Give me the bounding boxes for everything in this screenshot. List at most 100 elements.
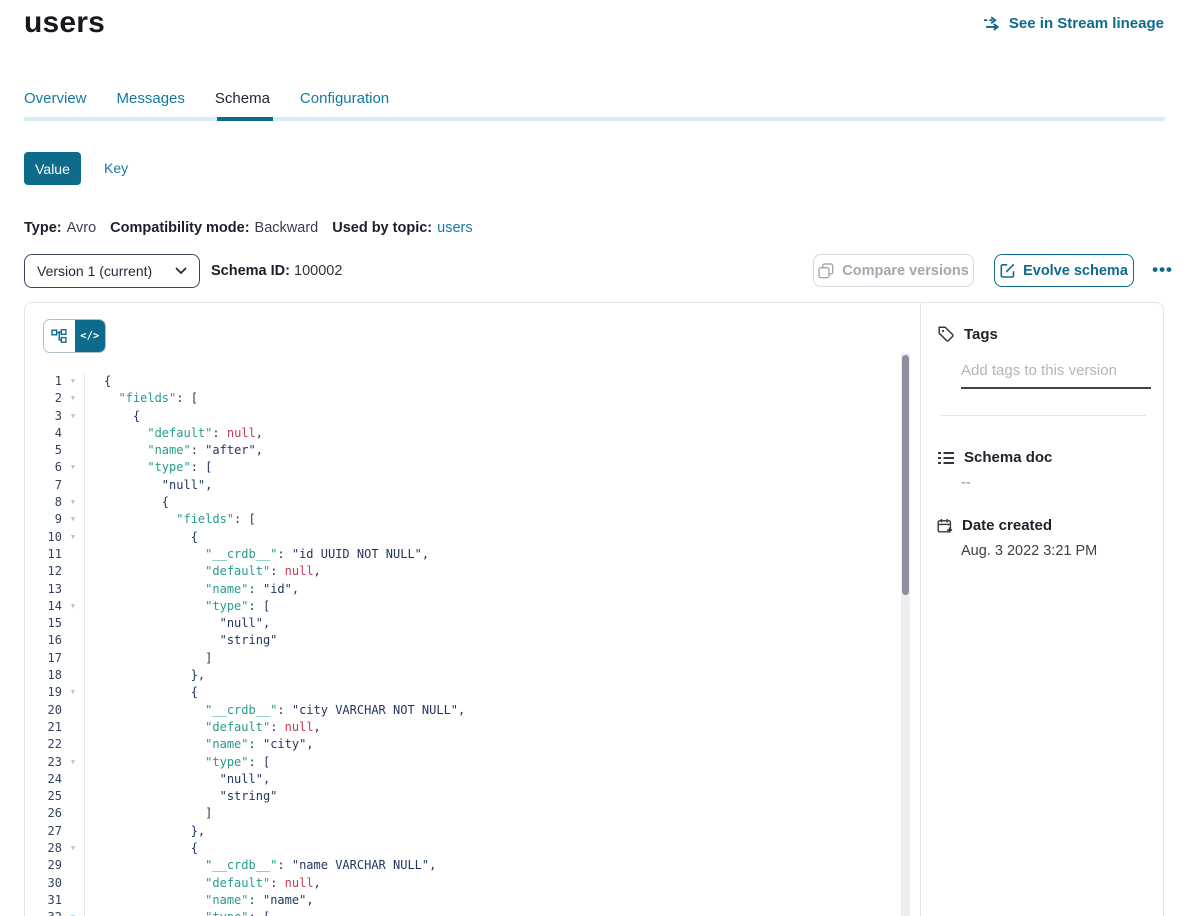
- fold-toggle-icon[interactable]: ▼: [62, 598, 84, 615]
- schema-doc-value: --: [961, 475, 971, 491]
- evolve-schema-button[interactable]: Evolve schema: [994, 254, 1134, 287]
- code-line-25: 25 "string": [25, 788, 918, 805]
- compare-versions-label: Compare versions: [842, 263, 969, 279]
- date-created-value: Aug. 3 2022 3:21 PM: [961, 543, 1097, 559]
- tab-overview[interactable]: Overview: [24, 90, 87, 107]
- code-text: "null",: [85, 771, 270, 788]
- code-text: },: [85, 823, 205, 840]
- fold-toggle-icon[interactable]: ▼: [62, 511, 84, 528]
- code-text: "type": [: [85, 909, 270, 916]
- tab-messages[interactable]: Messages: [117, 90, 185, 107]
- fold-toggle-icon[interactable]: ▼: [62, 390, 84, 407]
- line-number: 11: [25, 546, 62, 563]
- compare-versions-button[interactable]: Compare versions: [813, 254, 974, 287]
- fold-spacer: [62, 425, 84, 442]
- fold-spacer: [62, 667, 84, 684]
- code-line-4: 4 "default": null,: [25, 425, 918, 442]
- fold-spacer: [62, 736, 84, 753]
- gutter: 18: [25, 667, 85, 684]
- scrollbar-thumb[interactable]: [902, 355, 909, 595]
- add-tags-input[interactable]: [961, 360, 1151, 389]
- fold-toggle-icon[interactable]: ▼: [62, 754, 84, 771]
- fold-toggle-icon[interactable]: ▼: [62, 684, 84, 701]
- schema-sidebar: Tags Schema doc -- Date created: [921, 303, 1163, 916]
- gutter: 32▼: [25, 909, 85, 916]
- tags-title: Tags: [964, 326, 998, 343]
- edit-schema-icon: [1000, 263, 1015, 278]
- code-line-19: 19▼ {: [25, 684, 918, 701]
- version-select[interactable]: Version 1 (current): [24, 254, 200, 288]
- code-text: "type": [: [85, 598, 270, 615]
- fold-spacer: [62, 875, 84, 892]
- fold-spacer: [62, 788, 84, 805]
- fold-spacer: [62, 892, 84, 909]
- see-in-stream-lineage-link[interactable]: See in Stream lineage: [983, 15, 1164, 32]
- line-number: 25: [25, 788, 62, 805]
- code-line-31: 31 "name": "name",: [25, 892, 918, 909]
- line-number: 3: [25, 408, 62, 425]
- code-line-8: 8▼ {: [25, 494, 918, 511]
- gutter: 24: [25, 771, 85, 788]
- code-text: "__crdb__": "name VARCHAR NULL",: [85, 857, 436, 874]
- code-text: "null",: [85, 615, 270, 632]
- code-editor: 1▼{2▼ "fields": [3▼ {4 "default": null,5…: [25, 373, 918, 916]
- gutter: 7: [25, 477, 85, 494]
- gutter: 17: [25, 650, 85, 667]
- tree-view-icon: [51, 329, 67, 343]
- fold-toggle-icon[interactable]: ▼: [62, 840, 84, 857]
- code-text: {: [85, 373, 111, 390]
- evolve-schema-label: Evolve schema: [1023, 263, 1128, 279]
- line-number: 24: [25, 771, 62, 788]
- code-line-23: 23▼ "type": [: [25, 754, 918, 771]
- date-created-section-header: Date created: [937, 517, 1052, 534]
- line-number: 26: [25, 805, 62, 822]
- tab-track: [24, 117, 1165, 121]
- fold-toggle-icon[interactable]: ▼: [62, 494, 84, 511]
- fold-spacer: [62, 442, 84, 459]
- fold-toggle-icon[interactable]: ▼: [62, 408, 84, 425]
- code-text: {: [85, 529, 198, 546]
- fold-spacer: [62, 719, 84, 736]
- used-by-topic-link[interactable]: users: [437, 220, 472, 236]
- code-line-15: 15 "null",: [25, 615, 918, 632]
- line-number: 32: [25, 909, 62, 916]
- fold-spacer: [62, 477, 84, 494]
- value-toggle-button[interactable]: Value: [24, 152, 81, 185]
- code-line-5: 5 "name": "after",: [25, 442, 918, 459]
- gutter: 11: [25, 546, 85, 563]
- tab-schema[interactable]: Schema: [215, 90, 270, 107]
- key-toggle-button[interactable]: Key: [104, 160, 128, 176]
- code-text: "type": [: [85, 754, 270, 771]
- schema-id-value: 100002: [294, 263, 342, 279]
- type-label: Type:: [24, 220, 62, 236]
- fold-toggle-icon[interactable]: ▼: [62, 909, 84, 916]
- code-line-20: 20 "__crdb__": "city VARCHAR NOT NULL",: [25, 702, 918, 719]
- schema-id: Schema ID: 100002: [211, 263, 342, 279]
- gutter: 14▼: [25, 598, 85, 615]
- editor-scrollbar[interactable]: [901, 353, 910, 916]
- fold-spacer: [62, 771, 84, 788]
- code-text: "type": [: [85, 459, 212, 476]
- line-number: 29: [25, 857, 62, 874]
- fold-spacer: [62, 632, 84, 649]
- code-text: "__crdb__": "city VARCHAR NOT NULL",: [85, 702, 465, 719]
- code-view-toggle[interactable]: </>: [75, 320, 106, 352]
- code-text: {: [85, 494, 169, 511]
- gutter: 30: [25, 875, 85, 892]
- code-text: "string": [85, 632, 277, 649]
- line-number: 15: [25, 615, 62, 632]
- code-text: },: [85, 667, 205, 684]
- more-options-button[interactable]: •••: [1152, 255, 1173, 285]
- fold-toggle-icon[interactable]: ▼: [62, 529, 84, 546]
- gutter: 21: [25, 719, 85, 736]
- fold-spacer: [62, 563, 84, 580]
- gutter: 13: [25, 581, 85, 598]
- tab-configuration[interactable]: Configuration: [300, 90, 389, 107]
- line-number: 30: [25, 875, 62, 892]
- fold-toggle-icon[interactable]: ▼: [62, 459, 84, 476]
- gutter: 3▼: [25, 408, 85, 425]
- fold-toggle-icon[interactable]: ▼: [62, 373, 84, 390]
- line-number: 7: [25, 477, 62, 494]
- tree-view-toggle[interactable]: [44, 320, 75, 352]
- line-number: 10: [25, 529, 62, 546]
